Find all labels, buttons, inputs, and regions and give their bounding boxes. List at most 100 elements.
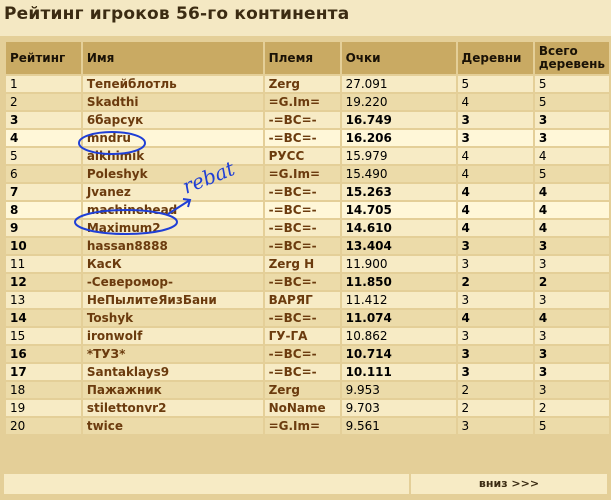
table-row: 5 alkhimik РУСС 15.979 4 4 xyxy=(6,148,609,164)
tribe-link[interactable]: -=BC=- xyxy=(264,130,340,146)
table-row: 2 Skadthi =G.Im= 19.220 4 5 xyxy=(6,94,609,110)
player-name-link[interactable]: hassan8888 xyxy=(82,238,263,254)
tribe-link[interactable]: -=BC=- xyxy=(264,310,340,326)
table-row: 1 Тепейблотль Zerg 27.091 5 5 xyxy=(6,76,609,92)
villages-cell: 5 xyxy=(457,76,533,92)
rank-cell: 9 xyxy=(6,220,81,236)
player-name-link[interactable]: КасК xyxy=(82,256,263,272)
header-villages[interactable]: Деревни xyxy=(457,42,533,74)
rank-cell: 17 xyxy=(6,364,81,380)
table-row: 13 НеПылитеЯизБани ВАРЯГ 11.412 3 3 xyxy=(6,292,609,308)
player-name-link[interactable]: НеПылитеЯизБани xyxy=(82,292,263,308)
player-name-link[interactable]: *ТУЗ* xyxy=(82,346,263,362)
total-villages-cell: 5 xyxy=(534,418,609,434)
player-name-link[interactable]: alkhimik xyxy=(82,148,263,164)
table-row: 17 Santaklays9 -=BC=- 10.111 3 3 xyxy=(6,364,609,380)
villages-cell: 3 xyxy=(457,112,533,128)
tribe-link[interactable]: ВАРЯГ xyxy=(264,292,340,308)
villages-cell: 4 xyxy=(457,310,533,326)
total-villages-cell: 2 xyxy=(534,400,609,416)
villages-cell: 4 xyxy=(457,166,533,182)
tribe-link[interactable]: -=BC=- xyxy=(264,220,340,236)
player-name-link[interactable]: Jvanez xyxy=(82,184,263,200)
tribe-link[interactable]: Zerg H xyxy=(264,256,340,272)
header-points[interactable]: Очки xyxy=(341,42,456,74)
tribe-link[interactable]: РУСС xyxy=(264,148,340,164)
rank-cell: 1 xyxy=(6,76,81,92)
rank-cell: 7 xyxy=(6,184,81,200)
rank-cell: 3 xyxy=(6,112,81,128)
pager-spacer xyxy=(4,474,409,494)
player-name-link[interactable]: mndru xyxy=(82,130,263,146)
player-name-link[interactable]: -Северомор- xyxy=(82,274,263,290)
player-name-link[interactable]: machinehead xyxy=(82,202,263,218)
points-cell: 15.263 xyxy=(341,184,456,200)
table-row: 11 КасК Zerg H 11.900 3 3 xyxy=(6,256,609,272)
total-villages-cell: 4 xyxy=(534,202,609,218)
header-rank[interactable]: Рейтинг xyxy=(6,42,81,74)
tribe-link[interactable]: -=BC=- xyxy=(264,364,340,380)
rank-cell: 16 xyxy=(6,346,81,362)
tribe-link[interactable]: =G.Im= xyxy=(264,94,340,110)
points-cell: 19.220 xyxy=(341,94,456,110)
table-row: 6 Poleshyk =G.Im= 15.490 4 5 xyxy=(6,166,609,182)
header-name[interactable]: Имя xyxy=(82,42,263,74)
player-name-link[interactable]: Пажажник xyxy=(82,382,263,398)
player-name-link[interactable]: ironwolf xyxy=(82,328,263,344)
tribe-link[interactable]: -=BC=- xyxy=(264,346,340,362)
points-cell: 10.862 xyxy=(341,328,456,344)
player-name-link[interactable]: twice xyxy=(82,418,263,434)
table-row: 12 -Северомор- -=BC=- 11.850 2 2 xyxy=(6,274,609,290)
player-name-link[interactable]: Toshyk xyxy=(82,310,263,326)
tribe-link[interactable]: -=BC=- xyxy=(264,274,340,290)
page-title: Рейтинг игроков 56-го континента xyxy=(4,4,350,24)
table-row: 10 hassan8888 -=BC=- 13.404 3 3 xyxy=(6,238,609,254)
total-villages-cell: 3 xyxy=(534,112,609,128)
rank-cell: 2 xyxy=(6,94,81,110)
player-name-link[interactable]: Poleshyk xyxy=(82,166,263,182)
villages-cell: 3 xyxy=(457,328,533,344)
tribe-link[interactable]: -=BC=- xyxy=(264,238,340,254)
points-cell: 16.206 xyxy=(341,130,456,146)
tribe-link[interactable]: =G.Im= xyxy=(264,418,340,434)
rank-cell: 4 xyxy=(6,130,81,146)
player-name-link[interactable]: 6барсук xyxy=(82,112,263,128)
rank-cell: 13 xyxy=(6,292,81,308)
villages-cell: 3 xyxy=(457,256,533,272)
table-row: 20 twice =G.Im= 9.561 3 5 xyxy=(6,418,609,434)
tribe-link[interactable]: ГУ-ГА xyxy=(264,328,340,344)
total-villages-cell: 3 xyxy=(534,238,609,254)
points-cell: 11.412 xyxy=(341,292,456,308)
player-name-link[interactable]: Skadthi xyxy=(82,94,263,110)
points-cell: 9.561 xyxy=(341,418,456,434)
tribe-link[interactable]: NoName xyxy=(264,400,340,416)
tribe-link[interactable]: -=BC=- xyxy=(264,202,340,218)
villages-cell: 4 xyxy=(457,148,533,164)
header-tribe[interactable]: Племя xyxy=(264,42,340,74)
total-villages-cell: 4 xyxy=(534,220,609,236)
total-villages-cell: 3 xyxy=(534,364,609,380)
player-name-link[interactable]: Maximum2 xyxy=(82,220,263,236)
table-row: 8 machinehead -=BC=- 14.705 4 4 xyxy=(6,202,609,218)
total-villages-cell: 4 xyxy=(534,148,609,164)
player-name-link[interactable]: Santaklays9 xyxy=(82,364,263,380)
villages-cell: 2 xyxy=(457,382,533,398)
table-row: 15 ironwolf ГУ-ГА 10.862 3 3 xyxy=(6,328,609,344)
header-total-villages[interactable]: Всего деревень xyxy=(534,42,609,74)
table-row: 16 *ТУЗ* -=BC=- 10.714 3 3 xyxy=(6,346,609,362)
player-name-link[interactable]: Тепейблотль xyxy=(82,76,263,92)
villages-cell: 2 xyxy=(457,274,533,290)
villages-cell: 3 xyxy=(457,364,533,380)
tribe-link[interactable]: Zerg xyxy=(264,76,340,92)
points-cell: 16.749 xyxy=(341,112,456,128)
points-cell: 11.850 xyxy=(341,274,456,290)
next-page-button[interactable]: вниз >>> xyxy=(411,474,607,494)
tribe-link[interactable]: =G.Im= xyxy=(264,166,340,182)
rank-cell: 19 xyxy=(6,400,81,416)
tribe-link[interactable]: -=BC=- xyxy=(264,184,340,200)
player-name-link[interactable]: stilettonvr2 xyxy=(82,400,263,416)
points-cell: 11.074 xyxy=(341,310,456,326)
tribe-link[interactable]: -=BC=- xyxy=(264,112,340,128)
total-villages-cell: 5 xyxy=(534,94,609,110)
tribe-link[interactable]: Zerg xyxy=(264,382,340,398)
